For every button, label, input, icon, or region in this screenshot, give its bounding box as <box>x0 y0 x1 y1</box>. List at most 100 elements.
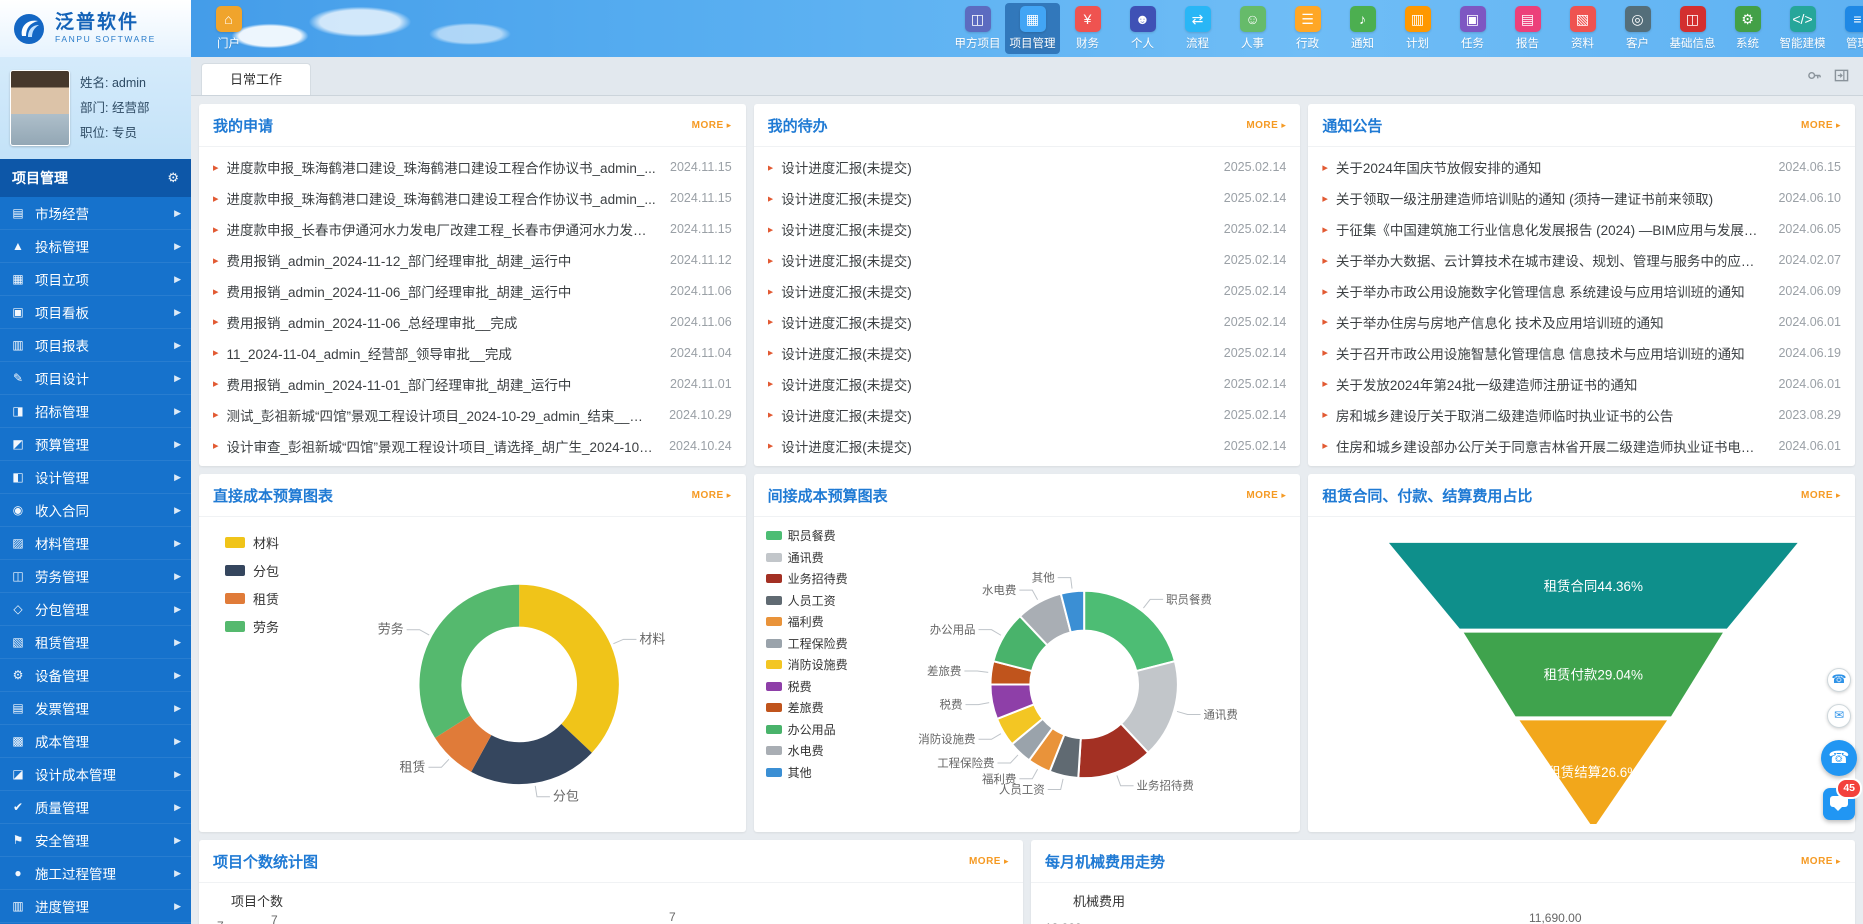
list-item[interactable]: ▸设计进度汇报(未提交)2025.02.14 <box>768 430 1287 461</box>
sidebar-item[interactable]: ◫劳务管理▶ <box>0 560 191 593</box>
list-item[interactable]: ▸进度款申报_珠海鹤港口建设_珠海鹤港口建设工程合作协议书_admin_...2… <box>213 152 732 183</box>
list-item[interactable]: ▸关于领取一级注册建造师培训贴的通知 (须持一建证书前来领取)2024.06.1… <box>1322 183 1841 214</box>
donut-slice[interactable] <box>420 585 520 738</box>
list-item[interactable]: ▸关于发放2024年第24批一级建造师注册证书的通知2024.06.01 <box>1322 368 1841 399</box>
phone-widget-icon[interactable]: ☎ <box>1827 668 1851 692</box>
list-item[interactable]: ▸设计审查_彭祖新城“四馆”景观工程设计项目_请选择_胡广生_2024-10-2… <box>213 430 732 461</box>
legend-item[interactable]: 其他 <box>766 764 848 781</box>
sidebar-item[interactable]: ◪设计成本管理▶ <box>0 758 191 791</box>
more-link[interactable]: MORE▸ <box>1801 490 1841 501</box>
sidebar-item[interactable]: ▩成本管理▶ <box>0 725 191 758</box>
chat-widget-icon[interactable]: 45 <box>1823 788 1855 820</box>
service-widget-icon[interactable]: ☎ <box>1821 740 1857 776</box>
legend-item[interactable]: 人员工资 <box>766 592 848 609</box>
module-item[interactable]: ▣任务 <box>1445 3 1500 54</box>
list-item[interactable]: ▸设计进度汇报(未提交)2025.02.14 <box>768 368 1287 399</box>
user-avatar[interactable] <box>10 70 70 146</box>
module-item[interactable]: ▥计划 <box>1390 3 1445 54</box>
list-item[interactable]: ▸设计进度汇报(未提交)2025.02.14 <box>768 245 1287 276</box>
list-item[interactable]: ▸费用报销_admin_2024-11-06_部门经理审批_胡建_运行中2024… <box>213 276 732 307</box>
legend-item[interactable]: 材料 <box>225 533 279 552</box>
sidebar-item[interactable]: ✎项目设计▶ <box>0 362 191 395</box>
legend-item[interactable]: 劳务 <box>225 617 279 636</box>
module-item[interactable]: ▦项目管理 <box>1005 3 1060 54</box>
module-item[interactable]: ☻个人 <box>1115 3 1170 54</box>
more-link[interactable]: MORE▸ <box>969 856 1009 867</box>
nav-portal[interactable]: ⌂ 门户 <box>201 3 256 54</box>
list-item[interactable]: ▸测试_彭祖新城“四馆”景观工程设计项目_2024-10-29_admin_结束… <box>213 399 732 430</box>
sidebar-item[interactable]: ▲投标管理▶ <box>0 230 191 263</box>
list-item[interactable]: ▸设计进度汇报(未提交)2025.02.14 <box>768 399 1287 430</box>
sidebar-item[interactable]: ▦项目立项▶ <box>0 263 191 296</box>
legend-item[interactable]: 租赁 <box>225 589 279 608</box>
list-item[interactable]: ▸设计进度汇报(未提交)2025.02.14 <box>768 307 1287 338</box>
sidebar-item[interactable]: ▤发票管理▶ <box>0 692 191 725</box>
module-item[interactable]: </>智能建模 <box>1775 3 1830 54</box>
sidebar-item[interactable]: ✔质量管理▶ <box>0 791 191 824</box>
sidebar-item[interactable]: ▨材料管理▶ <box>0 527 191 560</box>
sidebar-item[interactable]: ◧设计管理▶ <box>0 461 191 494</box>
list-item[interactable]: ▸11_2024-11-04_admin_经营部_领导审批__完成2024.11… <box>213 337 732 368</box>
module-item[interactable]: ▤报告 <box>1500 3 1555 54</box>
sidebar-item[interactable]: ◩预算管理▶ <box>0 428 191 461</box>
module-item[interactable]: ≡管理 <box>1830 3 1863 54</box>
list-item[interactable]: ▸关于举办大数据、云计算技术在城市建设、规划、管理与服务中的应用培训班...20… <box>1322 245 1841 276</box>
donut-slice[interactable] <box>1084 591 1175 671</box>
module-item[interactable]: ⚙系统 <box>1720 3 1775 54</box>
list-item[interactable]: ▸费用报销_admin_2024-11-01_部门经理审批_胡建_运行中2024… <box>213 368 732 399</box>
list-item[interactable]: ▸关于举办住房与房地产信息化 技术及应用培训班的通知2024.06.01 <box>1322 307 1841 338</box>
legend-item[interactable]: 差旅费 <box>766 699 848 716</box>
legend-item[interactable]: 通讯费 <box>766 549 848 566</box>
list-item[interactable]: ▸设计进度汇报(未提交)2025.02.14 <box>768 183 1287 214</box>
gear-icon[interactable]: ⚙ <box>167 170 179 186</box>
tab-daily-work[interactable]: 日常工作 <box>201 63 311 95</box>
legend-item[interactable]: 工程保险费 <box>766 635 848 652</box>
legend-item[interactable]: 业务招待费 <box>766 570 848 587</box>
module-item[interactable]: ◫基础信息 <box>1665 3 1720 54</box>
module-item[interactable]: ▧资料 <box>1555 3 1610 54</box>
sidebar-item[interactable]: ▤市场经营▶ <box>0 197 191 230</box>
list-item[interactable]: ▸费用报销_admin_2024-11-12_部门经理审批_胡建_运行中2024… <box>213 245 732 276</box>
sidebar-item[interactable]: ◉收入合同▶ <box>0 494 191 527</box>
project-count-chart[interactable]: 项目个数 7 7 7 <box>199 883 1023 924</box>
direct-cost-donut-chart[interactable]: 材料分包租赁劳务 <box>199 517 746 832</box>
list-item[interactable]: ▸设计进度汇报(未提交)2025.02.14 <box>768 214 1287 245</box>
sidebar-item[interactable]: ⚑安全管理▶ <box>0 824 191 857</box>
sidebar-item[interactable]: ▧租赁管理▶ <box>0 626 191 659</box>
module-item[interactable]: ⇄流程 <box>1170 3 1225 54</box>
lease-funnel-chart[interactable]: 租赁合同44.36%租赁付款29.04%租赁结算26.6% <box>1308 517 1855 832</box>
module-item[interactable]: ♪通知 <box>1335 3 1390 54</box>
sidebar-item[interactable]: ●施工过程管理▶ <box>0 857 191 890</box>
module-item[interactable]: ◎客户 <box>1610 3 1665 54</box>
list-item[interactable]: ▸关于召开市政公用设施智慧化管理信息 信息技术与应用培训班的通知2024.06.… <box>1322 337 1841 368</box>
donut-slice[interactable] <box>519 585 619 753</box>
list-item[interactable]: ▸住房和城乡建设部办公厅关于同意吉林省开展二级建造师执业证书电子化试点...20… <box>1322 430 1841 461</box>
machine-cost-chart[interactable]: 机械费用 12,000 11,690.00 <box>1031 883 1855 924</box>
legend-item[interactable]: 福利费 <box>766 613 848 630</box>
list-item[interactable]: ▸设计进度汇报(未提交)2025.02.14 <box>768 152 1287 183</box>
list-item[interactable]: ▸关于举办市政公用设施数字化管理信息 系统建设与应用培训班的通知2024.06.… <box>1322 276 1841 307</box>
more-link[interactable]: MORE▸ <box>1246 120 1286 131</box>
sidebar-item[interactable]: ▥进度管理▶ <box>0 890 191 923</box>
module-item[interactable]: ◫甲方项目 <box>950 3 1005 54</box>
sidebar-item[interactable]: ◨招标管理▶ <box>0 395 191 428</box>
more-link[interactable]: MORE▸ <box>1801 120 1841 131</box>
more-link[interactable]: MORE▸ <box>692 490 732 501</box>
list-item[interactable]: ▸进度款申报_珠海鹤港口建设_珠海鹤港口建设工程合作协议书_admin_...2… <box>213 183 732 214</box>
legend-item[interactable]: 水电费 <box>766 742 848 759</box>
legend-item[interactable]: 分包 <box>225 561 279 580</box>
list-item[interactable]: ▸进度款申报_长春市伊通河水力发电厂改建工程_长春市伊通河水力发电...2024… <box>213 214 732 245</box>
list-item[interactable]: ▸设计进度汇报(未提交)2025.02.14 <box>768 337 1287 368</box>
list-item[interactable]: ▸费用报销_admin_2024-11-06_总经理审批__完成2024.11.… <box>213 307 732 338</box>
sidebar-item[interactable]: ⚙设备管理▶ <box>0 659 191 692</box>
sidebar-item[interactable]: ▣项目看板▶ <box>0 296 191 329</box>
more-link[interactable]: MORE▸ <box>1246 490 1286 501</box>
list-item[interactable]: ▸关于2024年国庆节放假安排的通知2024.06.15 <box>1322 152 1841 183</box>
sidebar-item[interactable]: ▥项目报表▶ <box>0 329 191 362</box>
key-icon[interactable] <box>1807 68 1822 83</box>
sidebar-item[interactable]: ◇分包管理▶ <box>0 593 191 626</box>
collapse-panel-icon[interactable] <box>1834 68 1849 83</box>
mail-widget-icon[interactable]: ✉ <box>1827 704 1851 728</box>
module-item[interactable]: ☺人事 <box>1225 3 1280 54</box>
legend-item[interactable]: 消防设施费 <box>766 656 848 673</box>
